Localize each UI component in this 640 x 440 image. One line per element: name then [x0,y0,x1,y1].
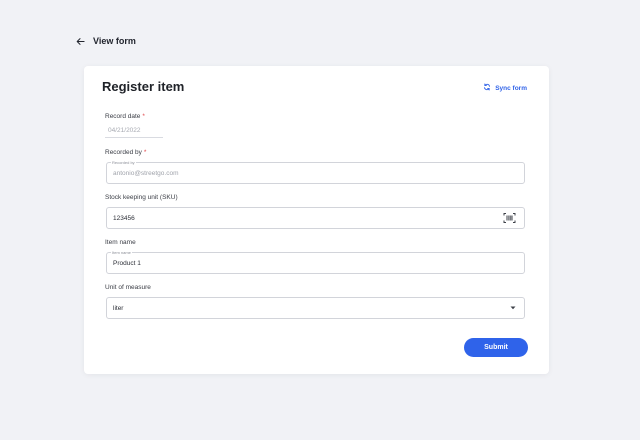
sync-form-button[interactable]: Sync form [483,83,527,93]
recorded-by-value: antonio@streetgo.com [113,169,179,177]
back-link-label: View form [93,36,136,46]
item-name-label: Item name [105,239,136,246]
back-arrow-icon [76,37,85,46]
unit-of-measure-value: liter [113,304,124,312]
caret-down-icon [510,306,516,310]
submit-button[interactable]: Submit [464,338,528,357]
recorded-by-label: Recorded by * [105,149,147,156]
required-marker: * [142,113,145,120]
sync-icon [483,83,491,93]
required-marker: * [143,149,147,156]
unit-of-measure-label: Unit of measure [105,284,151,291]
back-link[interactable]: View form [76,36,136,46]
record-date-field[interactable]: 04/21/2022 [105,124,163,138]
barcode-scan-icon[interactable] [503,213,516,224]
unit-of-measure-select[interactable]: liter [106,297,525,319]
page-title: Register item [102,79,185,94]
register-item-card: Register item Sync form Record date * 04/… [84,66,549,374]
sku-value: 123456 [113,214,135,222]
sku-field[interactable]: 123456 [106,207,525,229]
record-date-label: Record date * [105,113,145,120]
sync-form-label: Sync form [495,84,527,92]
sku-label: Stock keeping unit (SKU) [105,194,178,201]
item-name-field[interactable]: Item name Product 1 [106,250,525,274]
recorded-by-field[interactable]: Recorded by antonio@streetgo.com [106,160,525,184]
item-name-value: Product 1 [113,259,141,267]
